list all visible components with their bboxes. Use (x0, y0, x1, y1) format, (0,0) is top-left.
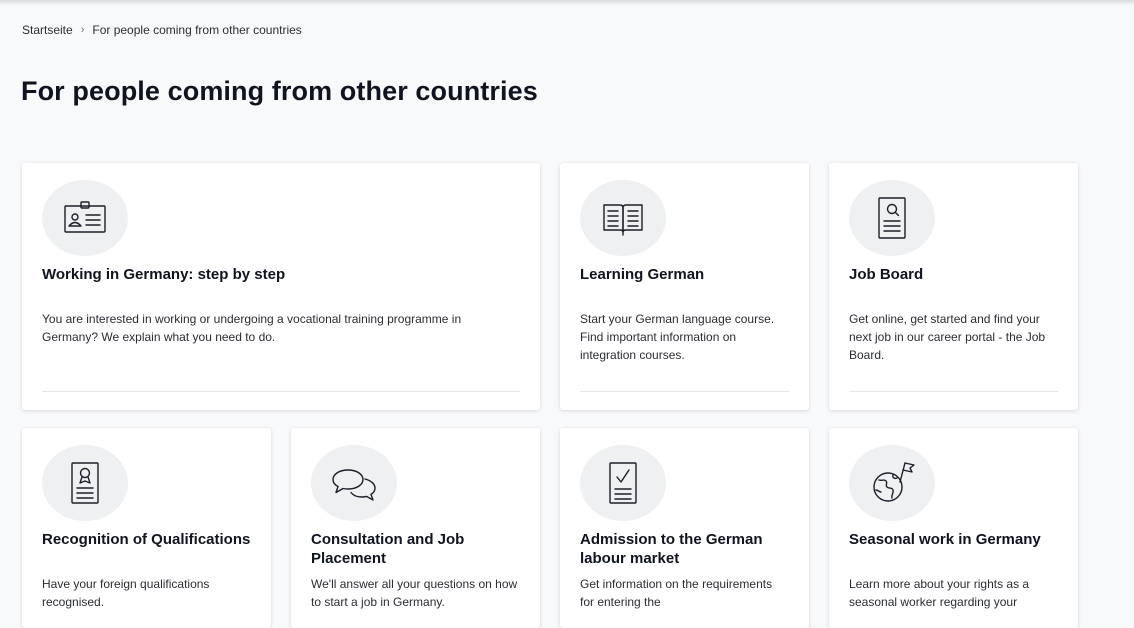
header-shadow (0, 0, 1134, 6)
card-title: Admission to the German labour market (580, 531, 763, 567)
card-description: You are interested in working or undergo… (42, 312, 462, 344)
page-title: For people coming from other countries (21, 76, 538, 106)
card-divider (580, 391, 789, 392)
icon-circle (849, 180, 935, 256)
card-title: Recognition of Qualifications (42, 531, 251, 548)
card-learning-german[interactable]: Learning German Start your German langua… (560, 163, 809, 410)
open-book-icon (603, 204, 643, 236)
icon-circle (311, 445, 397, 521)
card-job-board[interactable]: Job Board Get online, get started and fi… (829, 163, 1078, 410)
id-card-icon (64, 201, 106, 233)
card-admission-to-labour-market[interactable]: Admission to the German labour market Ge… (560, 428, 809, 628)
card-description: Get online, get started and find your ne… (849, 312, 1046, 362)
icon-circle (580, 445, 666, 521)
card-title: Seasonal work in Germany (849, 531, 1041, 548)
icon-circle (849, 445, 935, 521)
card-title: Learning German (580, 266, 705, 283)
card-title: Working in Germany: step by step (42, 266, 286, 283)
card-title: Consultation and Job Placement (311, 531, 465, 567)
card-recognition-of-qualifications[interactable]: Recognition of Qualifications Have your … (22, 428, 271, 628)
certificate-icon (71, 462, 99, 504)
speech-bubbles-icon (332, 469, 376, 501)
icon-circle (42, 445, 128, 521)
card-seasonal-work[interactable]: Seasonal work in Germany Learn more abou… (829, 428, 1078, 628)
card-title: Job Board (849, 266, 924, 283)
card-description: Start your German language course. Find … (580, 312, 775, 362)
card-divider (42, 391, 520, 392)
card-consultation-and-job-placement[interactable]: Consultation and Job Placement We'll ans… (291, 428, 540, 628)
breadcrumb-home-link[interactable]: Startseite (22, 23, 73, 37)
icon-circle (42, 180, 128, 256)
globe-flag-icon (873, 462, 915, 502)
document-search-icon (878, 197, 906, 239)
icon-circle (580, 180, 666, 256)
breadcrumb: Startseite › For people coming from othe… (22, 23, 302, 37)
card-working-in-germany[interactable]: Working in Germany: step by step You are… (22, 163, 540, 410)
breadcrumb-current: For people coming from other countries (92, 23, 302, 37)
card-divider (849, 391, 1058, 392)
checklist-document-icon (609, 462, 637, 504)
breadcrumb-separator: › (80, 24, 85, 36)
